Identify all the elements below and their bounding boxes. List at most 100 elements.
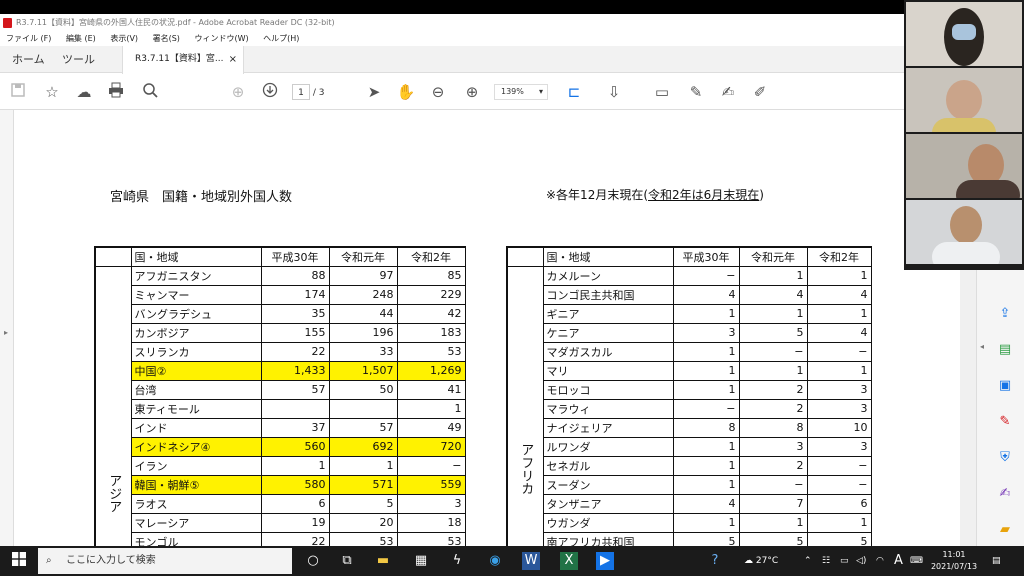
bookmark-star-icon[interactable]: ☆ bbox=[42, 82, 62, 102]
fill-sign-panel-icon[interactable]: ✍ bbox=[997, 486, 1013, 502]
clock-time: 11:01 bbox=[942, 550, 966, 559]
value-cell-r2: 1 bbox=[396, 398, 466, 419]
value-cell-r1: 44 bbox=[328, 303, 398, 324]
print-icon[interactable] bbox=[106, 82, 126, 102]
value-cell-h30: 37 bbox=[260, 417, 330, 438]
value-cell-h30: 19 bbox=[260, 512, 330, 533]
value-cell-r1: 571 bbox=[328, 474, 398, 495]
value-cell-h30: 580 bbox=[260, 474, 330, 495]
windows-start-icon[interactable] bbox=[10, 552, 28, 570]
note-underlined: 令和2年は6月末現在 bbox=[648, 188, 760, 202]
export-pdf-icon[interactable]: ⇪ bbox=[997, 306, 1013, 322]
menu-file[interactable]: ファイル (F) bbox=[6, 32, 51, 46]
edit-pdf-icon[interactable]: ✎ bbox=[997, 414, 1013, 430]
zoom-out-icon[interactable]: ⊖ bbox=[428, 82, 448, 102]
close-tab-icon[interactable]: × bbox=[229, 46, 237, 73]
menu-view[interactable]: 表示(V) bbox=[110, 32, 138, 46]
country-name-cell: ナイジェリア bbox=[542, 417, 674, 438]
tab-tools[interactable]: ツール bbox=[62, 46, 95, 73]
value-cell-r2: 1,269 bbox=[396, 360, 466, 381]
save-icon[interactable] bbox=[8, 82, 28, 102]
fit-page-icon[interactable]: ⊏ bbox=[564, 82, 584, 102]
previous-page-icon[interactable]: ⊕ bbox=[228, 82, 248, 102]
country-name-cell: ルワンダ bbox=[542, 436, 674, 457]
cortana-icon[interactable]: ○ bbox=[304, 552, 322, 570]
battery-icon[interactable]: ▭ bbox=[840, 546, 849, 576]
app-icon[interactable]: ϟ bbox=[448, 552, 466, 570]
video-tile-1[interactable] bbox=[906, 2, 1022, 66]
value-cell-r1: 2 bbox=[738, 398, 808, 419]
tab-document[interactable]: R3.7.11【資料】宮... × bbox=[122, 46, 244, 74]
video-tile-3[interactable] bbox=[906, 134, 1022, 198]
country-name-cell: マラウィ bbox=[542, 398, 674, 419]
zoom-app-icon[interactable]: ▶ bbox=[596, 552, 614, 570]
file-explorer-icon[interactable]: ▬ bbox=[374, 552, 392, 570]
value-cell-h30: 57 bbox=[260, 379, 330, 400]
right-country-table: 国・地域 平成30年 令和元年 令和2年 アフリカ カメルーン −1 1 コンゴ民主共和国 4 4 4… bbox=[506, 246, 872, 546]
value-cell-r1: − bbox=[738, 341, 808, 362]
value-cell-h30: 5 bbox=[672, 531, 740, 546]
left-panel-toggle[interactable]: ▸ bbox=[0, 110, 14, 546]
zoom-in-icon[interactable]: ⊕ bbox=[462, 82, 482, 102]
video-tile-4[interactable] bbox=[906, 200, 1022, 264]
video-tile-2[interactable] bbox=[906, 68, 1022, 132]
scan-icon[interactable]: ▣ bbox=[997, 378, 1013, 394]
scroll-mode-icon[interactable]: ⇩ bbox=[604, 82, 624, 102]
next-page-icon[interactable] bbox=[260, 82, 280, 102]
excel-icon[interactable]: X bbox=[560, 552, 578, 570]
help-icon[interactable]: ? bbox=[706, 552, 724, 570]
system-tray-chevron-icon[interactable]: ⌃ bbox=[804, 546, 812, 576]
page-number-input[interactable]: 1 bbox=[292, 84, 310, 100]
zoom-level-select[interactable]: 139% ▾ bbox=[494, 84, 548, 100]
clock[interactable]: 11:01 2021/07/13 bbox=[928, 549, 980, 573]
store-icon[interactable]: ▦ bbox=[412, 552, 430, 570]
upload-cloud-icon[interactable]: ☁ bbox=[74, 82, 94, 102]
search-zoom-icon[interactable] bbox=[140, 82, 160, 102]
value-cell-r1: 5 bbox=[328, 493, 398, 514]
tab-home[interactable]: ホーム bbox=[12, 46, 45, 73]
hand-tool-icon[interactable]: ✋ bbox=[396, 82, 416, 102]
table-row: ウガンダ 1 1 1 bbox=[507, 512, 872, 533]
tab-bar: ホーム ツール R3.7.11【資料】宮... × bbox=[0, 46, 1024, 74]
notifications-icon[interactable]: ▤ bbox=[992, 546, 1001, 576]
wifi-icon[interactable]: ◠ bbox=[876, 546, 884, 576]
value-cell-h30 bbox=[260, 398, 330, 419]
ime-mode-icon[interactable]: ⌨ bbox=[910, 546, 923, 576]
volume-icon[interactable]: ◁) bbox=[856, 546, 866, 576]
highlight-pen-icon[interactable]: ✎ bbox=[686, 82, 706, 102]
ime-indicator[interactable]: A bbox=[894, 546, 903, 576]
value-cell-r1: 33 bbox=[328, 341, 398, 362]
table-row: インドネシア④ 560 692 720 bbox=[95, 436, 466, 457]
value-cell-r2: 229 bbox=[396, 284, 466, 305]
acrobat-logo-icon bbox=[3, 18, 12, 28]
word-icon[interactable]: W bbox=[522, 552, 540, 570]
protect-shield-icon[interactable]: ⛨ bbox=[997, 450, 1013, 466]
draw-sign-icon[interactable]: ✍ bbox=[718, 82, 738, 102]
edge-icon[interactable]: ◉ bbox=[486, 552, 504, 570]
taskbar-search-box[interactable]: ⌕ ここに入力して検索 bbox=[38, 548, 292, 574]
value-cell-h30: 1 bbox=[672, 436, 740, 457]
value-cell-r2: 42 bbox=[396, 303, 466, 324]
select-cursor-icon[interactable]: ➤ bbox=[364, 82, 384, 102]
collapse-panel-icon[interactable]: ◂ bbox=[980, 342, 984, 351]
weather-widget[interactable]: ☁ 27°C bbox=[744, 546, 778, 576]
country-name-cell: 中国② bbox=[130, 360, 262, 381]
menu-sign[interactable]: 署名(S) bbox=[153, 32, 180, 46]
table-row: 中国② 1,433 1,507 1,269 bbox=[95, 360, 466, 381]
participant-avatar bbox=[946, 80, 982, 120]
page-total: / 3 bbox=[312, 88, 325, 98]
organize-pages-icon[interactable]: ▤ bbox=[997, 342, 1013, 358]
menu-help[interactable]: ヘルプ(H) bbox=[263, 32, 299, 46]
table-row: スリランカ 22 33 53 bbox=[95, 341, 466, 362]
country-name-cell: ラオス bbox=[130, 493, 262, 514]
value-cell-h30: 1 bbox=[672, 360, 740, 381]
menu-window[interactable]: ウィンドウ(W) bbox=[194, 32, 248, 46]
table-row: ギニア 1 1 1 bbox=[507, 303, 872, 324]
comment-icon[interactable]: ▭ bbox=[652, 82, 672, 102]
network-icon[interactable]: ☷ bbox=[822, 546, 830, 576]
comment-panel-icon[interactable]: ▰ bbox=[997, 522, 1013, 538]
fill-sign-icon[interactable]: ✐ bbox=[750, 82, 770, 102]
menu-edit[interactable]: 編集 (E) bbox=[66, 32, 96, 46]
task-view-icon[interactable]: ⧉ bbox=[338, 552, 356, 570]
participant-avatar bbox=[950, 206, 982, 244]
